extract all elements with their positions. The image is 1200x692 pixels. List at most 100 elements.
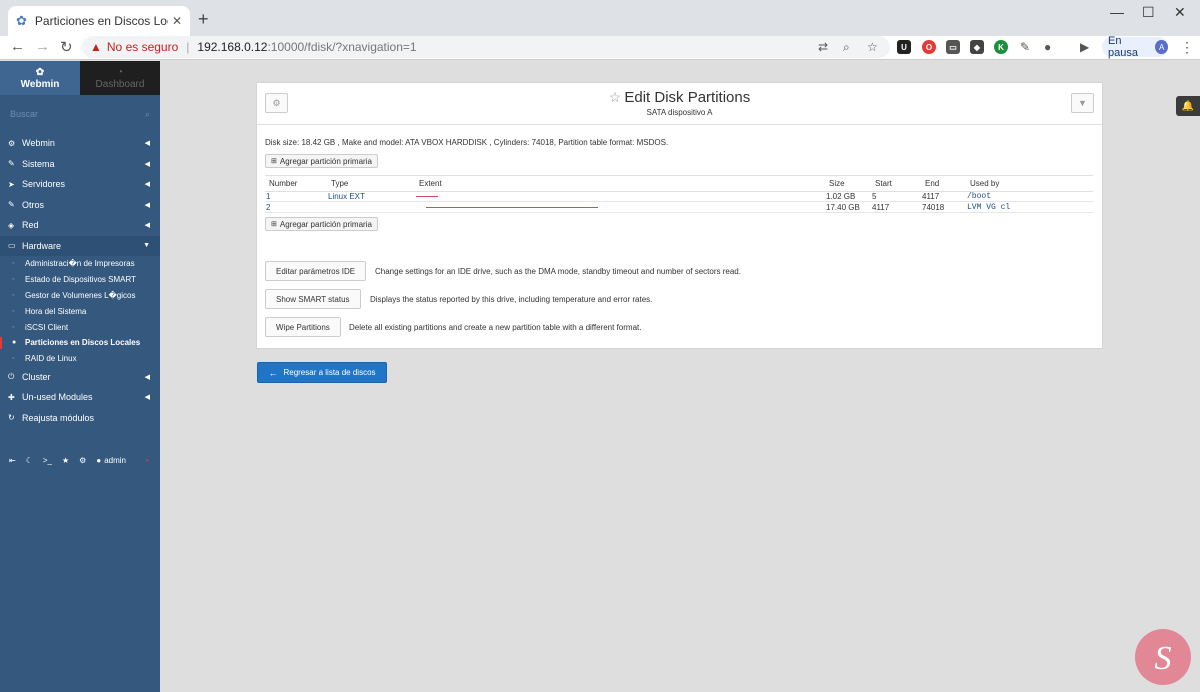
col-type[interactable]: Type	[327, 175, 415, 192]
username[interactable]: admin	[104, 456, 126, 465]
favorite-star-icon[interactable]: ☆	[609, 89, 622, 105]
sidebar-item-unused-modules[interactable]: ✚ Un-used Modules ◀	[0, 387, 160, 408]
hdd-icon: ▭	[8, 241, 16, 251]
add-primary-partition-button-top[interactable]: ⊞ Agregar partición primaria	[265, 154, 378, 168]
favorites-star-icon[interactable]: ★	[62, 456, 69, 465]
col-end[interactable]: End	[921, 175, 966, 192]
dashboard-icon: ◔	[116, 66, 124, 78]
col-extent[interactable]: Extent	[415, 175, 825, 192]
partition-used-by-link[interactable]: LVM VG cl	[967, 203, 1010, 212]
sidebar-subitem-lvm[interactable]: ◦ Gestor de Volumenes L�gicos	[0, 288, 160, 304]
extension-pin-icon[interactable]: ◆	[970, 40, 984, 54]
settings-cogs-icon[interactable]: ⚙	[79, 456, 86, 465]
close-window-icon[interactable]: ✕	[1174, 4, 1186, 21]
extension-url-icon[interactable]: U	[897, 40, 911, 54]
sidebar-subitem-hora[interactable]: ◦ Hora del Sistema	[0, 303, 160, 319]
extension-bulb-icon[interactable]: ●	[1044, 40, 1051, 54]
chevron-left-icon: ◀	[144, 394, 150, 402]
minimize-icon[interactable]: —	[1110, 4, 1124, 20]
col-size[interactable]: Size	[825, 175, 871, 192]
sidebar-item-hardware[interactable]: ▭ Hardware ▼	[0, 235, 160, 256]
sidebar-subitem-particiones[interactable]: ● Particiones en Discos Locales	[0, 335, 160, 351]
sidebar-item-servidores[interactable]: ➤ Servidores ◀	[0, 174, 160, 195]
extension-cast-icon[interactable]: ▭	[946, 40, 960, 54]
notifications-bell-icon[interactable]: 🔔	[1176, 96, 1200, 116]
media-play-icon[interactable]: ▶	[1080, 40, 1089, 54]
table-format-label: Partition table format:	[558, 138, 635, 147]
filter-icon: ▼	[1078, 98, 1087, 108]
close-tab-icon[interactable]: ✕	[172, 14, 182, 28]
sidebar-footer: ⇤ ☾ >_ ★ ⚙ ● admin •	[0, 452, 160, 468]
terminal-icon[interactable]: >_	[43, 456, 52, 465]
extension-opera-icon[interactable]: O	[922, 40, 936, 54]
back-arrow-icon[interactable]: ←	[10, 38, 25, 55]
sidebar-item-webmin[interactable]: ⚙ Webmin ◀	[0, 133, 160, 154]
module-config-button[interactable]: ⚙	[265, 93, 288, 113]
partition-number-link[interactable]: 1	[266, 192, 270, 201]
browser-menu-icon[interactable]: ⋮	[1180, 39, 1194, 56]
sidebar-subitem-raid[interactable]: ◦ RAID de Linux	[0, 351, 160, 367]
show-smart-status-button[interactable]: Show SMART status	[265, 289, 361, 309]
avatar: A	[1155, 40, 1168, 54]
partition-extent	[415, 201, 825, 213]
add-primary-label: Agregar partición primaria	[279, 219, 372, 229]
maximize-icon[interactable]: ☐	[1142, 4, 1155, 21]
sidebar-item-label: Un-used Modules	[22, 392, 93, 403]
wipe-partitions-button[interactable]: Wipe Partitions	[265, 317, 341, 337]
address-bar[interactable]: ▲ No es seguro | 192.168.0.12:10000/fdis…	[82, 36, 890, 58]
partition-type[interactable]: Linux EXT	[327, 191, 415, 202]
tab-webmin[interactable]: ✿ Webmin	[0, 61, 80, 95]
edit-ide-params-button[interactable]: Editar parámetros IDE	[265, 261, 367, 281]
separator-comma: ,	[553, 138, 557, 147]
sidebar-subitem-impresoras[interactable]: ◦ Administraci�n de Impresoras	[0, 256, 160, 272]
partition-type-link[interactable]: Linux EXT	[328, 192, 365, 201]
profile-button[interactable]: En pausa A	[1102, 35, 1168, 59]
reload-icon[interactable]: ↻	[60, 38, 73, 56]
night-mode-icon[interactable]: ☾	[26, 456, 33, 465]
browser-tab[interactable]: ✿ Particiones en Discos Locales/Edi ✕	[8, 6, 190, 36]
forward-arrow-icon[interactable]: →	[35, 38, 50, 55]
sidebar-item-sistema[interactable]: ✎ Sistema ◀	[0, 154, 160, 175]
new-tab-button[interactable]: +	[198, 9, 209, 30]
sidebar-item-otros[interactable]: ✎ Otros ◀	[0, 195, 160, 216]
partition-size: 17.40 GB	[825, 201, 871, 213]
partition-number[interactable]: 1	[265, 191, 327, 202]
translate-icon[interactable]: ⇄	[818, 40, 828, 54]
chevron-left-icon: ◀	[144, 222, 150, 230]
back-to-disk-list-button[interactable]: ← Regresar a lista de discos	[257, 362, 387, 383]
partition-number[interactable]: 2	[265, 201, 327, 213]
extension-k-icon[interactable]: K	[994, 40, 1008, 54]
bookmark-star-icon[interactable]: ☆	[867, 40, 878, 54]
sidebar-item-label: Sistema	[22, 158, 55, 169]
partition-number-link[interactable]: 2	[266, 203, 270, 212]
table-row: 1 Linux EXT 1.02 GB 5 4117 /boot	[265, 191, 1093, 202]
col-number[interactable]: Number	[265, 175, 327, 192]
security-label[interactable]: No es seguro	[107, 40, 178, 54]
search-input[interactable]: Buscar	[10, 109, 38, 119]
sidebar-item-label: Servidores	[22, 179, 66, 190]
sidebar-subitem-label: iSCSI Client	[25, 322, 69, 332]
chevron-down-icon: ▼	[143, 242, 150, 250]
bullet-icon: ◦	[12, 276, 15, 284]
sidebar-item-red[interactable]: ◈ Red ◀	[0, 215, 160, 236]
chevron-left-icon: ◀	[144, 201, 150, 209]
sidebar-item-cluster[interactable]: ⏻ Cluster ◀	[0, 367, 160, 388]
partition-type[interactable]	[327, 201, 415, 213]
sidebar-search[interactable]: Buscar ⌕	[0, 95, 160, 133]
make-label: Make and model:	[341, 138, 404, 147]
sidebar-subitem-smart[interactable]: ◦ Estado de Dispositivos SMART	[0, 272, 160, 288]
col-used-by[interactable]: Used by	[966, 175, 1093, 192]
table-row: 2 17.40 GB 4117 74018 LVM VG cl	[265, 201, 1093, 213]
col-start[interactable]: Start	[871, 175, 921, 192]
tab-dashboard[interactable]: ◔ Dashboard	[80, 61, 160, 95]
sidebar-item-reajusta[interactable]: ↻ Reajusta módulos	[0, 408, 160, 429]
filter-button[interactable]: ▼	[1071, 93, 1094, 113]
sidebar-subitem-iscsi[interactable]: ◦ iSCSI Client	[0, 319, 160, 335]
add-primary-partition-button-bottom[interactable]: ⊞ Agregar partición primaria	[265, 217, 378, 231]
wrench-icon: ✎	[8, 159, 15, 169]
logout-icon[interactable]: ⇤	[9, 456, 16, 465]
zoom-icon[interactable]: ⌕	[843, 40, 850, 55]
extension-pen-icon[interactable]: ✎	[1020, 40, 1030, 54]
wrench-icon: ✎	[8, 200, 15, 210]
sidebar-subitem-label: Administraci�n de Impresoras	[25, 259, 135, 269]
